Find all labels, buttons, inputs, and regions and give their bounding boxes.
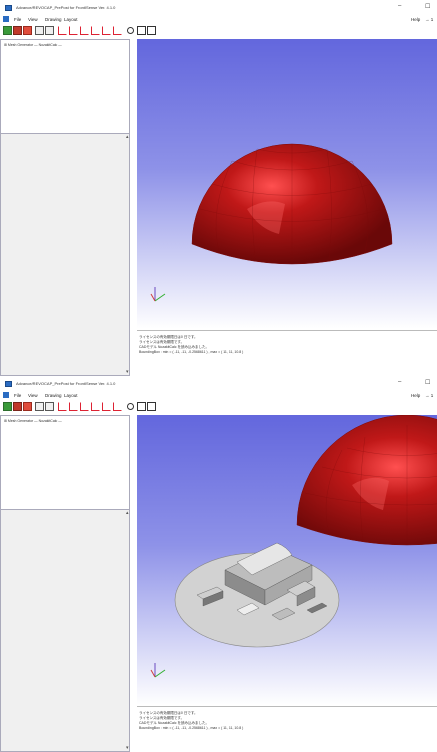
zoom-icon[interactable]: [127, 27, 134, 34]
menu-drawing[interactable]: Drawing: [45, 17, 62, 22]
console-line: BoundingBox : min = ( -11, -11, -0.25686…: [139, 726, 244, 730]
scroll-down-icon[interactable]: ▾: [126, 745, 129, 751]
menu-app-icon: [3, 392, 9, 398]
maximize-button[interactable]: ☐: [425, 379, 430, 386]
3d-viewport[interactable]: [137, 415, 437, 705]
view-icon[interactable]: [35, 402, 44, 411]
grid-icon[interactable]: [137, 402, 146, 411]
mesh-icon[interactable]: [13, 402, 22, 411]
axis-triad-icon: [150, 287, 166, 302]
camera-icon[interactable]: [45, 402, 54, 411]
toolbar: [0, 401, 437, 413]
scene-dome: [150, 143, 393, 302]
model-tree-panel: ⊞ Mesh Generator — NozakitCalc —: [0, 415, 130, 510]
console-panel: ライセンスの有効期限日は0 日です。 ライセンスは有効期限です。 CADモデル …: [137, 330, 437, 376]
grid-icon[interactable]: [137, 26, 146, 35]
axis-xz-icon[interactable]: [80, 26, 89, 35]
console-line: BoundingBox : min = ( -11, -11, -0.25686…: [139, 350, 244, 354]
window-title: Advance/REVOCAP_PrePost for FrontISense …: [16, 5, 116, 10]
axis-xy-icon[interactable]: [58, 402, 67, 411]
axis-reset-icon[interactable]: [102, 402, 111, 411]
menu-view[interactable]: View: [28, 393, 38, 398]
menu-layout[interactable]: Layout: [64, 393, 78, 398]
title-bar: Advance/REVOCAP_PrePost for FrontISense …: [0, 378, 437, 389]
axis-fit-icon[interactable]: [113, 26, 122, 35]
tree-root-item[interactable]: ⊞ Mesh Generator — NozakitCalc —: [4, 419, 62, 423]
minimize-button[interactable]: –: [398, 379, 401, 385]
tree-root-item[interactable]: ⊞ Mesh Generator — NozakitCalc —: [4, 43, 62, 47]
open-icon[interactable]: [3, 26, 12, 35]
menu-help[interactable]: Help: [411, 17, 420, 22]
zoom-icon[interactable]: [127, 403, 134, 410]
axis-xz-icon[interactable]: [80, 402, 89, 411]
menu-file[interactable]: File: [14, 393, 21, 398]
model-tree-panel: ⊞ Mesh Generator — NozakitCalc —: [0, 39, 130, 134]
axis-yz-icon[interactable]: [69, 26, 78, 35]
menu-bar: File View Drawing Layout Help → 1: [0, 391, 437, 400]
console-panel: ライセンスの有効期限日は0 日です。 ライセンスは有効期限です。 CADモデル …: [137, 706, 437, 752]
title-bar: Advance/REVOCAP_PrePost for FrontISense …: [0, 2, 437, 13]
scroll-up-icon[interactable]: ▴: [126, 134, 129, 140]
minimize-button[interactable]: –: [398, 3, 401, 9]
property-panel: ▴ ▾: [0, 133, 130, 376]
menu-drawing[interactable]: Drawing: [45, 393, 62, 398]
view-icon[interactable]: [35, 26, 44, 35]
maximize-button[interactable]: ☐: [425, 3, 430, 10]
menu-extra[interactable]: → 1: [425, 17, 433, 22]
axis-xy-icon[interactable]: [58, 26, 67, 35]
axis-iso-icon[interactable]: [91, 402, 100, 411]
3d-viewport[interactable]: [137, 39, 437, 329]
mesh-gen-icon[interactable]: [23, 402, 32, 411]
property-panel: ▴ ▾: [0, 509, 130, 752]
menu-help[interactable]: Help: [411, 393, 420, 398]
axis-iso-icon[interactable]: [91, 26, 100, 35]
axis-fit-icon[interactable]: [113, 402, 122, 411]
app-window-2: Advance/REVOCAP_PrePost for FrontISense …: [0, 378, 437, 752]
menu-bar: File View Drawing Layout Help → 1: [0, 15, 437, 24]
axis-reset-icon[interactable]: [102, 26, 111, 35]
camera-icon[interactable]: [45, 26, 54, 35]
menu-app-icon: [3, 16, 9, 22]
cube-icon[interactable]: [147, 402, 156, 411]
open-icon[interactable]: [3, 402, 12, 411]
window-title: Advance/REVOCAP_PrePost for FrontISense …: [16, 381, 116, 386]
scene-dome-and-building: [150, 415, 437, 678]
cube-icon[interactable]: [147, 26, 156, 35]
scroll-up-icon[interactable]: ▴: [126, 510, 129, 516]
mesh-gen-icon[interactable]: [23, 26, 32, 35]
app-icon: [5, 5, 12, 11]
menu-layout[interactable]: Layout: [64, 17, 78, 22]
app-window-1: Advance/REVOCAP_PrePost for FrontISense …: [0, 2, 437, 376]
menu-view[interactable]: View: [28, 17, 38, 22]
axis-yz-icon[interactable]: [69, 402, 78, 411]
scroll-down-icon[interactable]: ▾: [126, 369, 129, 375]
menu-extra[interactable]: → 1: [425, 393, 433, 398]
axis-triad-icon: [150, 663, 166, 678]
menu-file[interactable]: File: [14, 17, 21, 22]
toolbar: [0, 25, 437, 37]
mesh-icon[interactable]: [13, 26, 22, 35]
app-icon: [5, 381, 12, 387]
